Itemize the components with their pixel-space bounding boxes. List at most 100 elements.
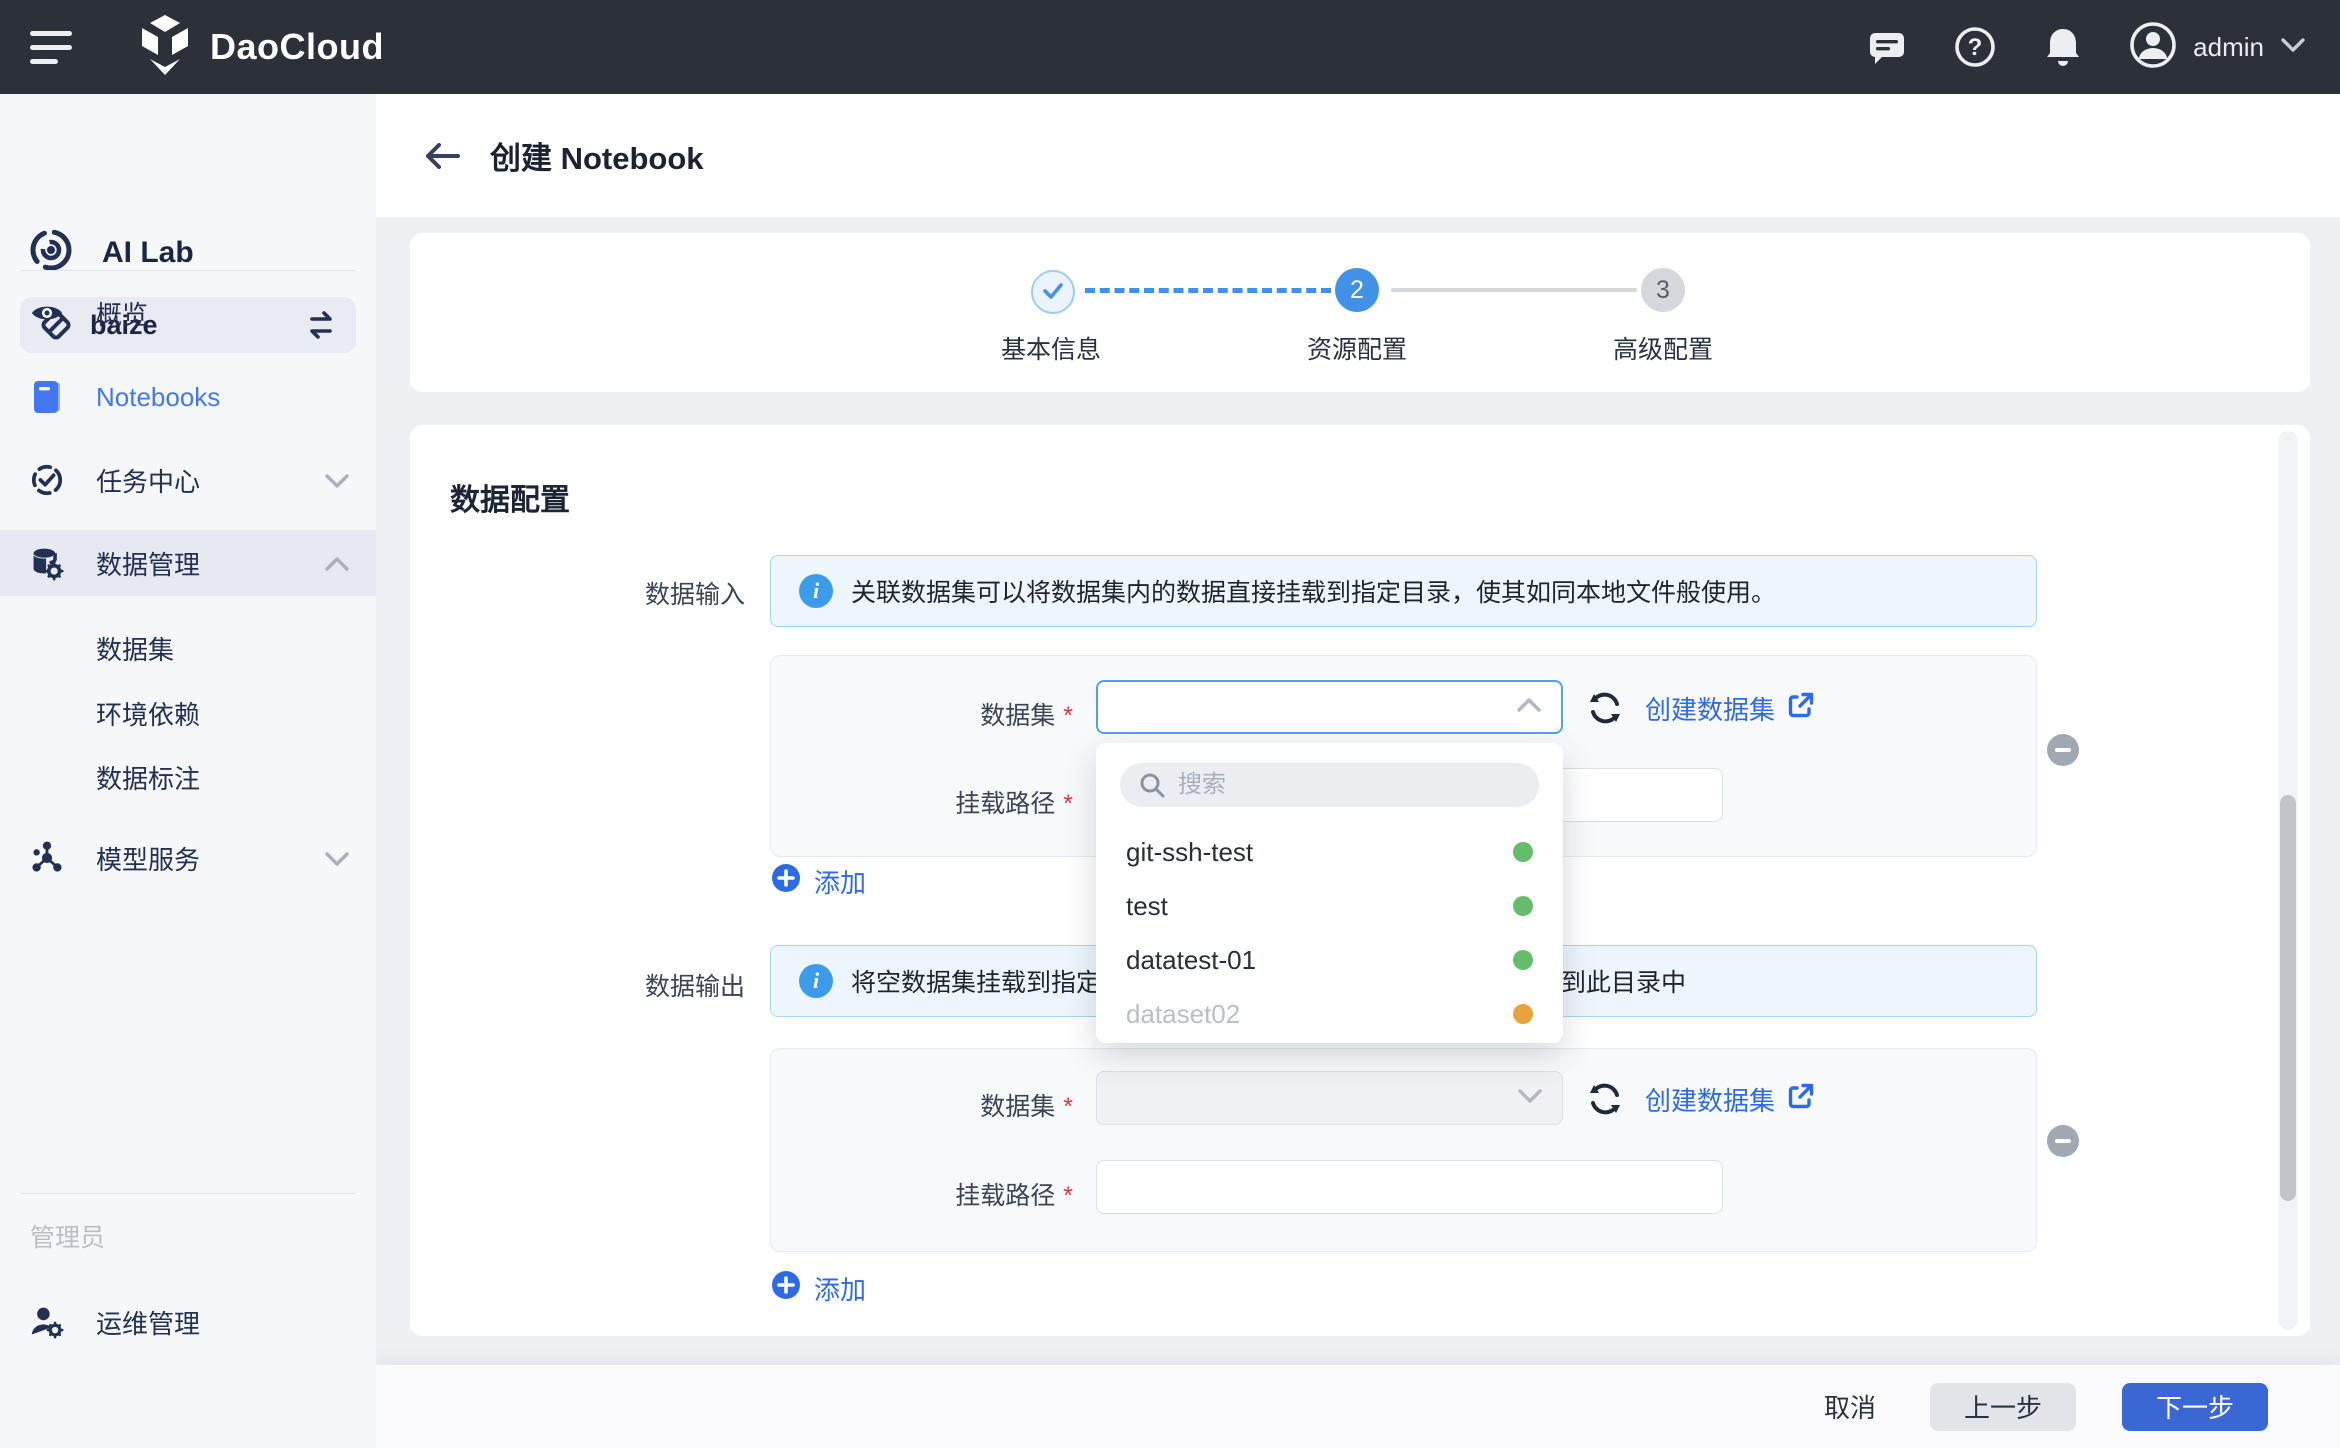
refresh-icon[interactable] — [1587, 690, 1623, 726]
help-icon[interactable]: ? — [1953, 25, 1997, 69]
create-dataset-link[interactable]: 创建数据集 — [1645, 690, 1815, 727]
plus-circle-icon — [770, 862, 802, 901]
user-name: admin — [2193, 32, 2264, 63]
chevron-up-icon — [324, 548, 350, 579]
create-dataset-link[interactable]: 创建数据集 — [1645, 1081, 1815, 1118]
bell-icon[interactable] — [2041, 25, 2085, 69]
search-input[interactable] — [1176, 770, 1510, 800]
minus-icon — [2055, 748, 2071, 752]
sidebar-item-label: 数据管理 — [96, 545, 324, 582]
caret-down-icon — [2280, 36, 2306, 59]
sidebar-item-ops-management[interactable]: 运维管理 — [0, 1289, 376, 1355]
database-gear-icon — [30, 544, 64, 582]
sidebar-item-data-management[interactable]: 数据管理 — [0, 530, 376, 596]
info-icon: i — [799, 574, 833, 608]
topbar: DaoCloud ? admin — [0, 0, 2340, 94]
check-icon — [1042, 278, 1064, 307]
dataset-select-input[interactable] — [1096, 680, 1563, 734]
cube-logo-icon — [136, 13, 194, 82]
search-icon — [1138, 771, 1166, 799]
remove-dataset-button[interactable] — [2047, 734, 2079, 766]
chevron-down-icon — [324, 843, 350, 874]
data-input-label: 数据输入 — [410, 575, 745, 611]
refresh-icon[interactable] — [1587, 1081, 1623, 1117]
task-check-icon — [30, 462, 64, 498]
status-dot — [1513, 842, 1533, 862]
model-nodes-icon — [30, 839, 64, 877]
add-dataset-output-link[interactable]: 添加 — [770, 1269, 866, 1308]
back-arrow-icon[interactable] — [420, 134, 464, 178]
dataset-label: 数据集* — [781, 1087, 1073, 1123]
footer-actions: 取消 上一步 下一步 — [376, 1365, 2340, 1448]
sidebar-subitem-datasets[interactable]: 数据集 — [96, 630, 174, 667]
sidebar-item-label: 概览 — [96, 295, 376, 332]
step-2-circle[interactable]: 2 — [1335, 268, 1379, 312]
banner-text: 关联数据集可以将数据集内的数据直接挂载到指定目录，使其如同本地文件般使用。 — [851, 573, 1776, 609]
chevron-up-icon — [1515, 697, 1543, 718]
sidebar-item-label: 模型服务 — [96, 840, 324, 877]
external-link-icon — [1787, 1082, 1815, 1117]
brand-name: DaoCloud — [210, 26, 384, 68]
brand[interactable]: DaoCloud — [136, 13, 384, 82]
scrollbar-thumb[interactable] — [2280, 795, 2296, 1201]
section-title: 数据配置 — [450, 475, 570, 519]
cancel-button[interactable]: 取消 — [1816, 1383, 1884, 1431]
page-header: 创建 Notebook — [376, 94, 2340, 217]
remove-dataset-button[interactable] — [2047, 1125, 2079, 1157]
minus-icon — [2055, 1139, 2071, 1143]
step-3-circle[interactable]: 3 — [1641, 268, 1685, 312]
required-mark: * — [1063, 790, 1073, 818]
admin-section-label: 管理员 — [30, 1218, 105, 1254]
mount-path-label: 挂载路径* — [781, 1176, 1073, 1212]
dropdown-option[interactable]: test — [1096, 879, 1563, 933]
step-1-circle[interactable] — [1031, 270, 1075, 314]
stepper: 2 3 基本信息 资源配置 高级配置 — [410, 233, 2310, 392]
sidebar-item-overview[interactable]: 概览 — [0, 280, 376, 346]
page-title: 创建 Notebook — [490, 133, 704, 178]
required-mark: * — [1063, 702, 1073, 730]
sidebar-item-model-service[interactable]: 模型服务 — [0, 825, 376, 891]
sidebar-subitem-env-dependencies[interactable]: 环境依赖 — [96, 695, 200, 732]
user-menu[interactable]: admin — [2129, 21, 2306, 74]
data-input-banner: i 关联数据集可以将数据集内的数据直接挂载到指定目录，使其如同本地文件般使用。 — [770, 555, 2037, 627]
sidebar-item-task-center[interactable]: 任务中心 — [0, 447, 376, 513]
user-gear-icon — [30, 1304, 64, 1340]
add-dataset-input-link[interactable]: 添加 — [770, 862, 866, 901]
status-dot — [1513, 1004, 1533, 1024]
dropdown-option[interactable]: git-ssh-test — [1096, 825, 1563, 879]
sidebar-item-label: 运维管理 — [96, 1304, 376, 1341]
required-mark: * — [1063, 1182, 1073, 1210]
data-output-label: 数据输出 — [410, 967, 745, 1003]
info-icon: i — [799, 964, 833, 998]
step-1-label: 基本信息 — [941, 330, 1161, 366]
sidebar-subitem-data-annotation[interactable]: 数据标注 — [96, 759, 200, 796]
previous-step-button[interactable]: 上一步 — [1930, 1383, 2076, 1431]
divider — [20, 270, 356, 271]
message-icon[interactable] — [1865, 25, 1909, 69]
external-link-icon — [1787, 691, 1815, 726]
banner-text-left: 将空数据集挂载到指定目 — [851, 963, 1126, 999]
plus-circle-icon — [770, 1269, 802, 1308]
sidebar-item-label: 任务中心 — [96, 462, 324, 499]
mount-path-label: 挂载路径* — [781, 784, 1073, 820]
dataset-select-output[interactable] — [1096, 1071, 1563, 1125]
dropdown-option-disabled[interactable]: dataset02 — [1096, 987, 1563, 1041]
chevron-down-icon — [324, 465, 350, 496]
dropdown-search[interactable] — [1120, 763, 1539, 807]
next-step-button[interactable]: 下一步 — [2122, 1383, 2268, 1431]
menu-icon[interactable] — [30, 27, 76, 67]
notebook-icon — [30, 379, 64, 415]
step-connector-done — [1085, 288, 1331, 293]
sidebar-item-notebooks[interactable]: Notebooks — [0, 364, 376, 430]
svg-text:?: ? — [1968, 34, 1983, 61]
eye-icon — [30, 300, 64, 326]
banner-text-right: 到此目录中 — [1561, 963, 1686, 999]
status-dot — [1513, 896, 1533, 916]
status-dot — [1513, 950, 1533, 970]
dropdown-option[interactable]: datatest-01 — [1096, 933, 1563, 987]
dataset-dropdown: git-ssh-test test datatest-01 dataset02 — [1096, 743, 1563, 1043]
step-2-label: 资源配置 — [1247, 330, 1467, 366]
mount-path-output-input[interactable] — [1096, 1160, 1723, 1214]
dataset-label: 数据集* — [781, 696, 1073, 732]
product-name: AI Lab — [102, 236, 194, 270]
